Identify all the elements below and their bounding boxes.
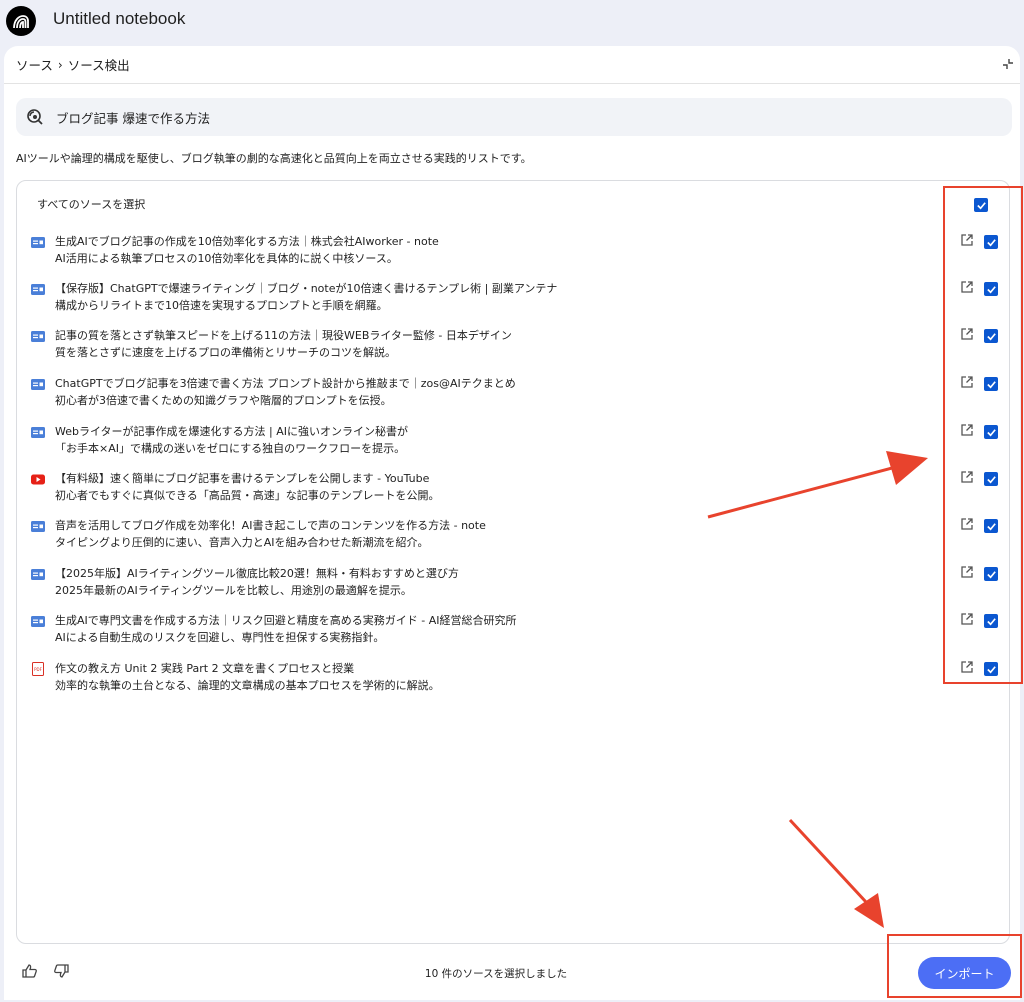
source-description: タイピングより圧倒的に速い、音声入力とAIを組み合わせた新潮流を紹介。 — [55, 536, 429, 549]
source-checkbox[interactable] — [984, 614, 998, 628]
breadcrumb-sources-link[interactable]: ソース — [16, 55, 53, 74]
web-icon — [31, 616, 45, 627]
web-icon — [31, 237, 45, 248]
checkmark-icon — [986, 522, 996, 530]
source-checkbox[interactable] — [984, 662, 998, 676]
source-item[interactable]: 記事の質を落とさず執筆スピードを上げる11の方法｜現役WEBライター監修 - 日… — [17, 327, 1009, 367]
source-item[interactable]: 生成AIで専門文書を作成する方法｜リスク回避と精度を高める実務ガイド - AI経… — [17, 612, 1009, 652]
source-title[interactable]: ChatGPTでブログ記事を3倍速で書く方法 プロンプト設計から推敲まで｜zos… — [55, 375, 516, 391]
source-item[interactable]: 音声を活用してブログ作成を効率化！AI書き起こしで声のコンテンツを作る方法 - … — [17, 517, 1009, 557]
search-query-text: ブログ記事 爆速で作る方法 — [56, 110, 210, 126]
source-description: 「お手本×AI」で構成の迷いをゼロにする独自のワークフローを提示。 — [55, 442, 406, 455]
source-list: すべてのソースを選択 生成AIでブログ記事の作成を10倍効率化する方法｜株式会社… — [16, 180, 1010, 944]
source-checkbox[interactable] — [984, 425, 998, 439]
source-discovery-panel: ソース › ソース検出 ブログ記事 爆速で作る方法 AIツールや論理的構成を駆使… — [4, 46, 1020, 1000]
selected-count-text: 10 件のソースを選択しました — [424, 968, 568, 980]
source-checkbox[interactable] — [984, 282, 998, 296]
svg-text:PDF: PDF — [34, 667, 42, 672]
source-checkbox[interactable] — [984, 235, 998, 249]
checkmark-icon — [986, 665, 996, 673]
source-title[interactable]: 記事の質を落とさず執筆スピードを上げる11の方法｜現役WEBライター監修 - 日… — [55, 327, 512, 343]
source-item[interactable]: PDF 作文の教え方 Unit 2 実践 Part 2 文章を書くプロセスと授業効… — [17, 660, 1009, 700]
source-checkbox[interactable] — [984, 519, 998, 533]
search-query-box[interactable]: ブログ記事 爆速で作る方法 — [16, 98, 1012, 136]
source-description: AIによる自動生成のリスクを回避し、専門性を担保する実務指針。 — [55, 631, 385, 644]
checkmark-icon — [986, 238, 996, 246]
collapse-icon[interactable] — [1000, 56, 1016, 72]
source-title[interactable]: 【2025年版】AIライティングツール徹底比較20選！無料・有料おすすめと選び方 — [55, 565, 459, 581]
checkmark-icon — [986, 428, 996, 436]
open-external-icon[interactable] — [960, 565, 974, 579]
web-icon — [31, 331, 45, 342]
select-all-label: すべてのソースを選択 — [37, 198, 146, 211]
web-icon — [31, 284, 45, 295]
open-external-icon[interactable] — [960, 660, 974, 674]
discover-search-icon — [27, 109, 43, 125]
checkmark-icon — [986, 380, 996, 388]
web-icon — [31, 569, 45, 580]
open-external-icon[interactable] — [960, 327, 974, 341]
source-checkbox[interactable] — [984, 472, 998, 486]
source-item[interactable]: 生成AIでブログ記事の作成を10倍効率化する方法｜株式会社AIworker - … — [17, 233, 1009, 273]
source-title[interactable]: Webライターが記事作成を爆速化する方法 | AIに強いオンライン秘書が — [55, 423, 408, 439]
open-external-icon[interactable] — [960, 375, 974, 389]
open-external-icon[interactable] — [960, 470, 974, 484]
web-icon — [31, 379, 45, 390]
source-item[interactable]: 【2025年版】AIライティングツール徹底比較20選！無料・有料おすすめと選び方… — [17, 565, 1009, 605]
import-button[interactable]: インポート — [918, 957, 1011, 989]
source-item[interactable]: ChatGPTでブログ記事を3倍速で書く方法 プロンプト設計から推敲まで｜zos… — [17, 375, 1009, 415]
source-title[interactable]: 【保存版】ChatGPTで爆速ライティング｜ブログ・noteが10倍速く書けるテ… — [55, 280, 557, 296]
web-icon — [31, 521, 45, 532]
source-item[interactable]: 【保存版】ChatGPTで爆速ライティング｜ブログ・noteが10倍速く書けるテ… — [17, 280, 1009, 320]
app-header: Untitled notebook — [0, 0, 1024, 44]
youtube-icon — [31, 474, 45, 485]
breadcrumb-current: ソース検出 — [67, 58, 130, 73]
source-description: 効率的な執筆の土台となる、論理的文章構成の基本プロセスを学術的に解説。 — [55, 679, 440, 692]
results-summary: AIツールや論理的構成を駆使し、ブログ執筆の劇的な高速化と品質向上を両立させる実… — [16, 152, 532, 165]
source-description: 初心者でもすぐに真似できる「高品質・高速」な記事のテンプレートを公開。 — [55, 489, 440, 502]
source-item[interactable]: Webライターが記事作成を爆速化する方法 | AIに強いオンライン秘書が 「お手本… — [17, 423, 1009, 463]
source-title[interactable]: 生成AIで専門文書を作成する方法｜リスク回避と精度を高める実務ガイド - AI経… — [55, 612, 517, 628]
source-checkbox[interactable] — [984, 377, 998, 391]
notebooklm-logo-icon[interactable] — [6, 6, 36, 36]
source-description: 初心者が3倍速で書くための知識グラフや階層的プロンプトを伝授。 — [55, 394, 392, 407]
open-external-icon[interactable] — [960, 280, 974, 294]
checkmark-icon — [986, 285, 996, 293]
pdf-icon: PDF — [32, 662, 44, 676]
source-title[interactable]: 音声を活用してブログ作成を効率化！AI書き起こしで声のコンテンツを作る方法 - … — [55, 517, 486, 533]
source-item[interactable]: 【有料級】速く簡単にブログ記事を書けるテンプレを公開します - YouTube 初… — [17, 470, 1009, 510]
breadcrumb: ソース › ソース検出 — [4, 46, 1020, 84]
checkmark-icon — [986, 332, 996, 340]
source-description: 2025年最新のAIライティングツールを比較し、用途別の最適解を提示。 — [55, 584, 412, 597]
source-description: 構成からリライトまで10倍速を実現するプロンプトと手順を網羅。 — [55, 299, 388, 312]
checkmark-icon — [976, 201, 986, 209]
open-external-icon[interactable] — [960, 517, 974, 531]
source-description: 質を落とさずに速度を上げるプロの準備術とリサーチのコツを解説。 — [55, 346, 396, 359]
web-icon — [31, 427, 45, 438]
source-title[interactable]: 作文の教え方 Unit 2 実践 Part 2 文章を書くプロセスと授業 — [55, 660, 354, 676]
source-checkbox[interactable] — [984, 329, 998, 343]
checkmark-icon — [986, 475, 996, 483]
source-description: AI活用による執筆プロセスの10倍効率化を具体的に説く中核ソース。 — [55, 252, 398, 265]
chevron-right-icon: › — [57, 57, 63, 72]
notebook-title[interactable]: Untitled notebook — [53, 9, 185, 29]
source-title[interactable]: 生成AIでブログ記事の作成を10倍効率化する方法｜株式会社AIworker - … — [55, 233, 439, 249]
source-checkbox[interactable] — [984, 567, 998, 581]
checkmark-icon — [986, 617, 996, 625]
checkmark-icon — [986, 570, 996, 578]
source-title[interactable]: 【有料級】速く簡単にブログ記事を書けるテンプレを公開します - YouTube — [55, 470, 429, 486]
open-external-icon[interactable] — [960, 233, 974, 247]
select-all-checkbox[interactable] — [974, 198, 988, 212]
open-external-icon[interactable] — [960, 612, 974, 626]
open-external-icon[interactable] — [960, 423, 974, 437]
